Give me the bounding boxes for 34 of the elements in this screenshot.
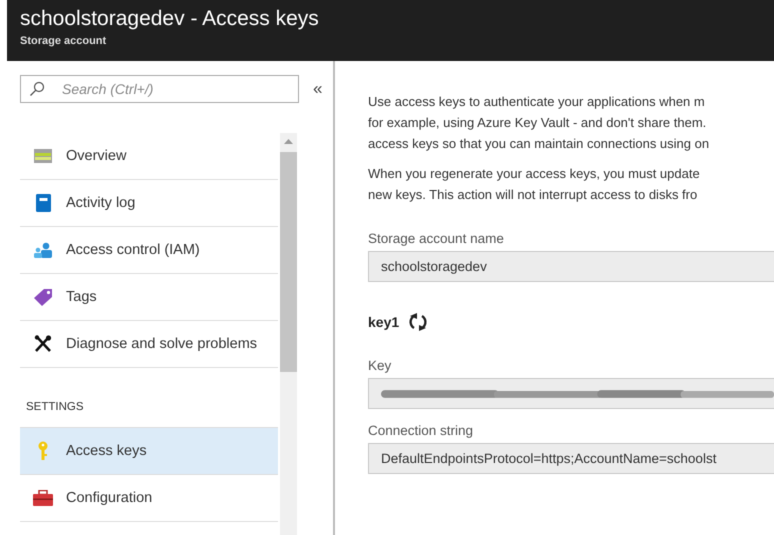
menu-item[interactable]: Tags [20,274,278,321]
key-title: key1 [368,314,400,330]
toolbox-icon [33,490,53,506]
collapse-button[interactable]: « [313,79,322,99]
description-text: Use access keys to authenticate your applications when m [368,93,706,111]
scrollbar-thumb[interactable] [280,152,297,372]
menu-item[interactable]: Access keys [20,428,278,475]
blade-title: schoolstoragedev - Access keys [20,6,320,32]
key-icon [38,441,48,461]
overview-icon [34,149,52,163]
scrollbar[interactable] [280,133,297,535]
description-text: access keys so that you can maintain connections using on [368,135,710,153]
tag-icon [33,288,53,306]
menu-item[interactable]: Configuration [20,475,278,522]
book-icon [36,194,50,212]
field-label: Connection string [368,423,474,438]
description-text: When you regenerate your access keys, you must update [368,165,701,183]
key-field[interactable] [368,378,774,409]
people-icon [33,242,53,258]
refresh-icon[interactable] [408,312,428,332]
field-label: Key [368,358,392,373]
description-text: for example, using Azure Key Vault - and don't share them. [368,114,708,132]
connection-string-field[interactable]: DefaultEndpointsProtocol=https;AccountName=schoolst [368,443,774,474]
scroll-up-icon[interactable] [284,139,293,144]
menu-item[interactable]: Activity log [20,180,278,227]
account-name-field[interactable]: schoolstoragedev [368,251,774,282]
menu-item[interactable]: Overview [20,133,278,180]
description-text: new keys. This action will not interrupt access to disks fro [368,186,698,204]
menu-item[interactable]: Diagnose and solve problems [20,321,278,368]
blade-subtitle: Storage account [20,35,108,47]
tools-icon [34,335,52,353]
search-field[interactable]: Search (Ctrl+/) [20,75,299,103]
field-label: Storage account name [368,231,505,246]
menu-item[interactable]: Access control (IAM) [20,227,278,274]
